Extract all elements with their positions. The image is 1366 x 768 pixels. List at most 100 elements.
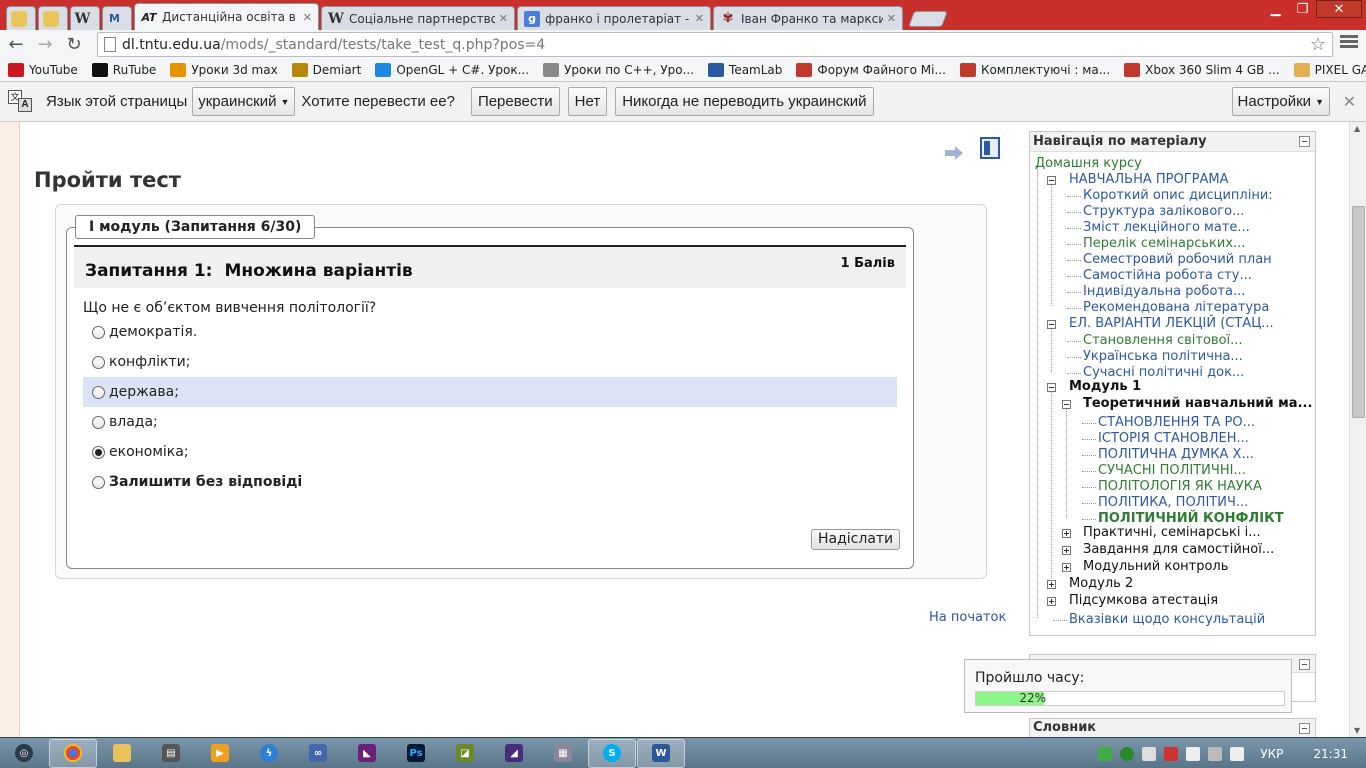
volume-icon[interactable] [1142, 746, 1157, 761]
bookmark-item[interactable]: Уроки 3d max [170, 62, 278, 77]
collapse-tree-icon[interactable] [1062, 400, 1071, 409]
nav-item[interactable]: ПОЛІТИЧНА ДУМКА Х... [1098, 447, 1254, 462]
close-icon[interactable]: ✕ [887, 12, 896, 25]
nav-item[interactable]: Практичні, семінарські і... [1083, 525, 1261, 540]
new-tab-button[interactable] [908, 11, 948, 27]
nav-item[interactable]: Рекомендована література [1083, 300, 1269, 315]
to-top-link[interactable]: На початок [929, 610, 1006, 625]
nav-item[interactable]: Самостійна робота сту... [1083, 268, 1252, 283]
nav-item[interactable]: СТАНОВЛЕННЯ ТА РО... [1098, 415, 1255, 430]
nav-item[interactable]: Модуль 2 [1069, 576, 1133, 591]
answer-option[interactable]: економіка; [83, 437, 897, 467]
collapse-icon[interactable] [1299, 659, 1310, 670]
nav-item[interactable]: Зміст лекційного мате... [1083, 220, 1250, 235]
tab-item[interactable]: ✾ Іван Франко та марксизм ✕ [713, 6, 903, 30]
bookmark-item[interactable]: OpenGL + C#. Урок... [375, 62, 529, 77]
close-icon[interactable]: ✕ [499, 12, 508, 25]
window-close-icon[interactable]: ✕ [1316, 0, 1362, 18]
never-translate-button[interactable]: Никогда не переводить украинский [615, 87, 874, 116]
nav-item[interactable]: ПОЛІТИКА, ПОЛІТИЧ... [1098, 495, 1248, 510]
address-bar[interactable]: dl.tntu.edu.ua/mods/_standard/tests/take… [97, 32, 1333, 57]
scroll-up-icon[interactable]: ▲ [1354, 124, 1360, 133]
bookmark-item[interactable]: Комплектуючі : ма... [959, 62, 1110, 77]
bookmark-item[interactable]: PIXEL GAMES [1293, 62, 1366, 77]
close-icon[interactable]: ✕ [695, 12, 704, 25]
checkmark-icon[interactable] [1098, 746, 1113, 761]
nav-item[interactable]: Перелік семінарських... [1083, 236, 1245, 251]
nav-item[interactable]: Сучасні політичні док... [1083, 365, 1244, 380]
expand-icon[interactable] [1062, 563, 1071, 572]
nav-item[interactable]: Модуль 1 [1069, 379, 1141, 394]
reload-icon[interactable]: ↻ [61, 32, 87, 56]
submit-button[interactable]: Надіслати [811, 529, 901, 550]
nav-item[interactable]: Завдання для самостійної... [1083, 542, 1274, 557]
taskbar-app-6[interactable]: ∞ [294, 739, 342, 768]
clock[interactable]: 21:31 [1313, 747, 1348, 761]
signal-icon[interactable] [1208, 746, 1223, 761]
nav-item[interactable]: Українська політична... [1083, 349, 1243, 364]
scrollbar-thumb[interactable] [1352, 206, 1365, 418]
taskbar-chrome[interactable] [49, 738, 97, 768]
radio-button[interactable] [92, 355, 105, 369]
nav-item[interactable]: Модульний контроль [1083, 559, 1228, 574]
nav-item[interactable]: Теоретичний навчальний ма... [1083, 396, 1312, 411]
collapse-tree-icon[interactable] [1047, 176, 1056, 185]
bookmark-item[interactable]: Форум Файного Мі... [796, 62, 946, 77]
taskbar-calculator[interactable]: ▦ [539, 739, 587, 768]
radio-button[interactable] [92, 385, 105, 399]
forward-arrow-icon[interactable] [945, 146, 963, 160]
nav-item[interactable]: Вказівки щодо консультацій [1069, 612, 1265, 627]
collapse-tree-icon[interactable] [1047, 383, 1056, 392]
nav-item[interactable]: НАВЧАЛЬНА ПРОГРАМА [1069, 172, 1229, 187]
collapse-tree-icon[interactable] [1047, 320, 1056, 329]
forward-icon[interactable]: → [32, 32, 58, 56]
close-icon[interactable]: ✕ [1343, 92, 1356, 112]
tab-pinned-3[interactable]: W [70, 6, 100, 30]
radio-button[interactable] [92, 475, 105, 489]
nav-item[interactable]: ПОЛІТИЧНИЙ КОНФЛІКТ [1098, 511, 1284, 526]
bookmark-item[interactable]: Xbox 360 Slim 4 GB ... [1124, 62, 1280, 77]
taskbar-photoshop[interactable]: Ps [392, 739, 440, 768]
no-button[interactable]: Нет [567, 87, 608, 116]
nav-item[interactable]: Структура залікового... [1083, 204, 1244, 219]
nav-item[interactable]: Становлення світової... [1083, 333, 1243, 348]
taskbar-word[interactable]: W [637, 738, 685, 768]
expand-icon[interactable] [1062, 546, 1071, 555]
bookmark-item[interactable]: Уроки по C++, Уро... [543, 62, 694, 77]
bookmark-item[interactable]: TeamLab [708, 62, 782, 77]
expand-icon[interactable] [1062, 529, 1071, 538]
settings-button[interactable]: Настройки ▼ [1231, 87, 1330, 116]
start-button[interactable]: ◎ [0, 739, 48, 768]
radio-button[interactable] [92, 415, 105, 429]
bookmark-star-icon[interactable]: ☆ [1310, 34, 1326, 55]
scroll-down-icon[interactable]: ▼ [1354, 726, 1360, 735]
answer-option[interactable]: демократія. [83, 317, 897, 347]
nav-item[interactable]: Індивідуальна робота... [1083, 284, 1245, 299]
tab-active[interactable]: AT Дистанційна освіта в ТНТ ✕ [134, 3, 319, 30]
tab-pinned-1[interactable] [6, 6, 36, 30]
taskbar-app-10[interactable]: ◢ [490, 739, 538, 768]
keyboard-language[interactable]: УКР [1260, 747, 1283, 761]
answer-option[interactable]: влада; [83, 407, 897, 437]
answer-option[interactable]: держава; [83, 377, 897, 407]
radio-button[interactable] [92, 325, 105, 339]
answer-option[interactable]: конфлікти; [83, 347, 897, 377]
collapse-icon[interactable] [1299, 723, 1310, 734]
nav-item[interactable]: Домашня курсу [1035, 156, 1142, 171]
battery-icon[interactable] [1186, 746, 1201, 761]
minimize-icon[interactable]: ▁ [1262, 0, 1289, 18]
scrollbar[interactable]: ▲ ▼ [1349, 122, 1366, 737]
status-icon[interactable] [1120, 746, 1135, 761]
taskbar-skype[interactable]: S [588, 738, 636, 768]
nav-item[interactable]: СУЧАСНІ ПОЛІТИЧНІ... [1098, 463, 1246, 478]
expand-icon[interactable] [1047, 597, 1056, 606]
side-menu-icon[interactable] [980, 137, 1000, 159]
bookmark-item[interactable]: Demiart [291, 62, 361, 77]
tab-pinned-2[interactable] [38, 6, 68, 30]
nav-item[interactable]: Семестровий робочий план [1083, 252, 1272, 267]
nav-item[interactable]: Короткий опис дисципліни: [1083, 188, 1273, 203]
back-icon[interactable]: ← [3, 32, 29, 56]
restore-icon[interactable]: ❐ [1289, 0, 1316, 18]
language-select[interactable]: украинский ▼ [192, 87, 296, 116]
radio-button[interactable] [92, 445, 105, 459]
